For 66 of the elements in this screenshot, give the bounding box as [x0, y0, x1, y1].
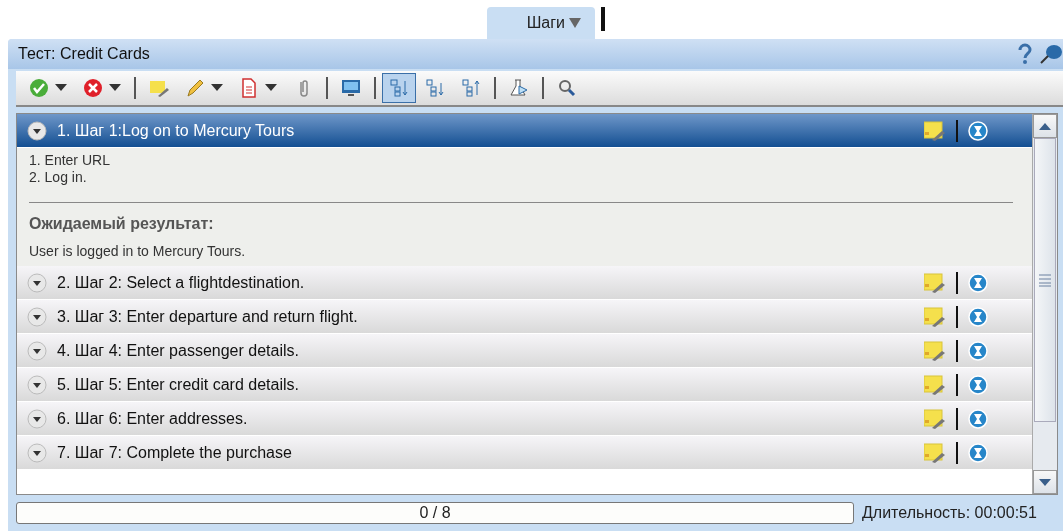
- status-icon[interactable]: [968, 442, 988, 463]
- status-icon[interactable]: [968, 120, 988, 141]
- step-row[interactable]: 4. Шаг 4: Enter passenger details.: [17, 334, 1032, 368]
- collapse-toggle-icon[interactable]: [27, 272, 47, 293]
- step-row[interactable]: 7. Шаг 7: Complete the purchase: [17, 436, 1032, 470]
- step-title: 7. Шаг 7: Complete the purchase: [57, 443, 293, 462]
- step-title: 3. Шаг 3: Enter departure and return flight.: [57, 307, 359, 326]
- step-title: 5. Шаг 5: Enter credit card details.: [57, 375, 300, 394]
- status-icon[interactable]: [968, 408, 988, 429]
- collapse-toggle-icon[interactable]: [27, 442, 47, 463]
- panel-title: Тест: Credit Cards: [18, 45, 151, 63]
- sticky-note-icon[interactable]: [924, 306, 946, 327]
- collapse-toggle-icon[interactable]: [27, 408, 47, 429]
- progress-text: 0 / 8: [419, 504, 451, 522]
- check-circle-icon: [29, 78, 49, 98]
- help-icon[interactable]: [1017, 43, 1033, 65]
- caret-icon: [109, 84, 121, 92]
- tree-down-icon: [425, 78, 445, 98]
- status-icon[interactable]: [968, 272, 988, 293]
- step-row[interactable]: 5. Шаг 5: Enter credit card details.: [17, 368, 1032, 402]
- step-title: 1. Шаг 1:Log on to Mercury Tours: [57, 121, 296, 140]
- collapse-toggle-icon[interactable]: [27, 120, 47, 141]
- tree-sort-icon: [389, 78, 409, 98]
- caret-icon: [211, 84, 223, 92]
- monitor-icon: [341, 78, 361, 98]
- scroll-up-button[interactable]: [1033, 114, 1057, 138]
- up-arrow-icon: [1039, 122, 1051, 130]
- duration-text: Длительность: 00:00:51: [862, 504, 1037, 522]
- scrollbar[interactable]: [1032, 114, 1057, 494]
- step-row[interactable]: 6. Шаг 6: Enter addresses.: [17, 402, 1032, 436]
- status-icon[interactable]: [968, 340, 988, 361]
- collapse-toggle-icon[interactable]: [27, 340, 47, 361]
- caret-icon: [569, 18, 581, 28]
- sticky-note-icon[interactable]: [924, 408, 946, 429]
- document-icon: [239, 78, 259, 98]
- down-arrow-icon: [1039, 478, 1051, 486]
- expected-result-label: Ожидаемый результат:: [29, 215, 215, 233]
- step-title: 4. Шаг 4: Enter passenger details.: [57, 341, 300, 360]
- collapse-toggle-icon[interactable]: [27, 374, 47, 395]
- scroll-thumb[interactable]: [1034, 138, 1056, 422]
- status-icon[interactable]: [968, 374, 988, 395]
- flask-icon: [509, 78, 529, 98]
- step-title: 2. Шаг 2: Select a flightdestination.: [57, 273, 306, 292]
- step-row[interactable]: 3. Шаг 3: Enter departure and return flight.: [17, 300, 1032, 334]
- x-circle-icon: [83, 78, 103, 98]
- step-description: 2. Log in.: [29, 169, 88, 186]
- expected-result-text: User is logged in to Mercury Tours.: [29, 243, 247, 260]
- tree-up-icon: [461, 78, 481, 98]
- scroll-down-button[interactable]: [1033, 470, 1057, 494]
- sticky-note-icon[interactable]: [924, 120, 946, 141]
- sticky-note-icon[interactable]: [924, 272, 946, 293]
- collapse-toggle-icon[interactable]: [27, 306, 47, 327]
- sticky-note-icon: [149, 78, 169, 98]
- search-icon: [557, 78, 577, 98]
- caret-icon: [55, 84, 67, 92]
- step-row[interactable]: 1. Шаг 1:Log on to Mercury Tours: [17, 114, 1032, 148]
- caret-icon: [265, 84, 277, 92]
- sticky-note-icon[interactable]: [924, 442, 946, 463]
- sticky-note-icon[interactable]: [924, 374, 946, 395]
- step-title: 6. Шаг 6: Enter addresses.: [57, 409, 249, 428]
- step-row[interactable]: 2. Шаг 2: Select a flightdestination.: [17, 266, 1032, 300]
- steps-tab[interactable]: Шаги: [487, 7, 595, 39]
- status-icon[interactable]: [968, 306, 988, 327]
- sticky-note-icon[interactable]: [924, 340, 946, 361]
- step-description: 1. Enter URL: [29, 152, 111, 169]
- pencil-icon: [185, 78, 205, 98]
